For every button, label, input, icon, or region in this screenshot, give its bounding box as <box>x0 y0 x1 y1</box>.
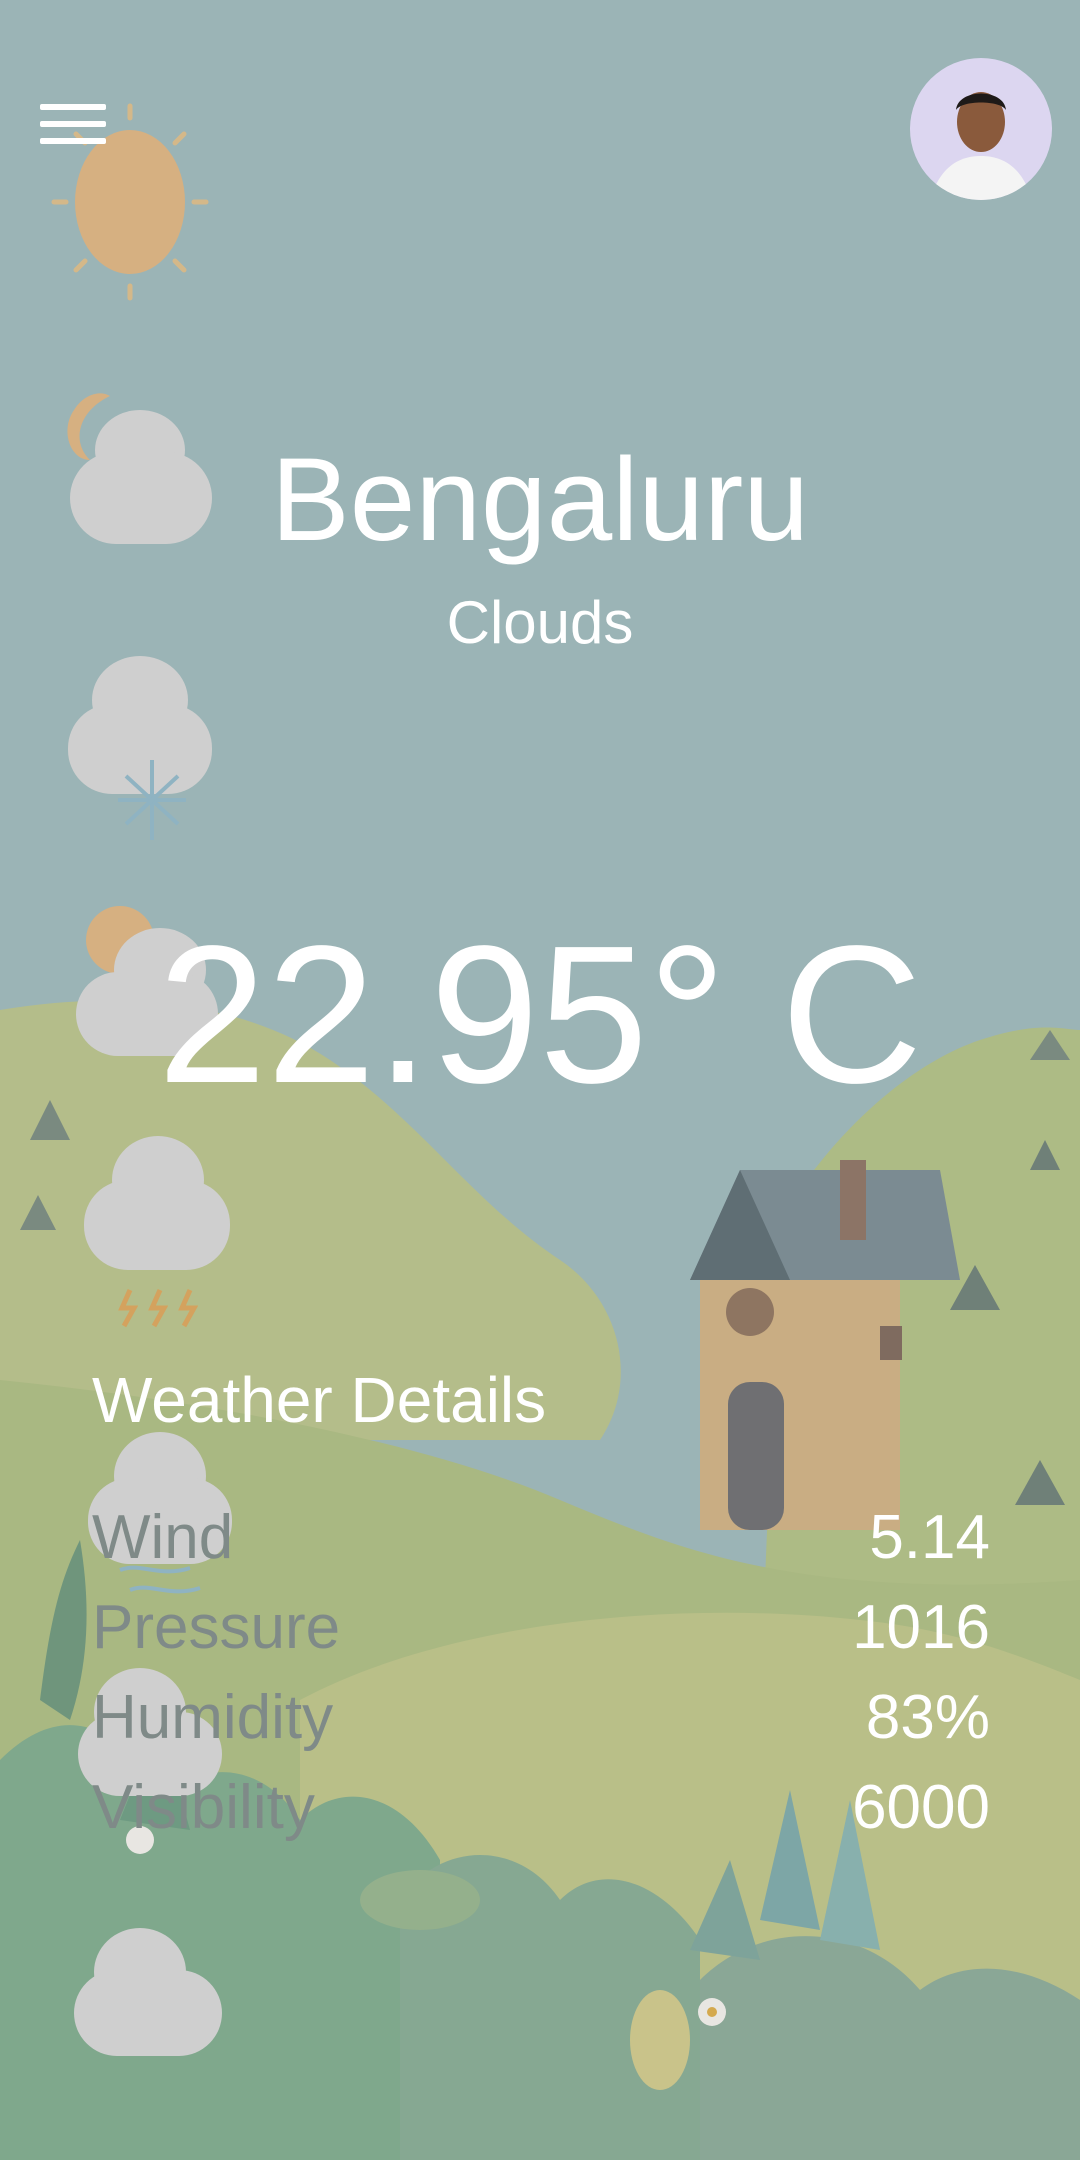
detail-value: 5.14 <box>869 1503 990 1572</box>
temperature-reading: 22.95° C <box>157 905 923 1124</box>
detail-row-pressure: Pressure 1016 <box>92 1590 990 1666</box>
detail-value: 6000 <box>852 1773 990 1842</box>
detail-label: Humidity <box>92 1683 334 1752</box>
detail-label: Pressure <box>92 1593 341 1662</box>
snow-cloud-icon <box>68 656 212 840</box>
cloud-icon <box>74 1928 222 2056</box>
menu-line <box>40 138 106 144</box>
thunder-cloud-icon <box>84 1136 230 1328</box>
detail-label: Visibility <box>92 1773 315 1842</box>
city-name: Bengaluru <box>271 434 809 566</box>
detail-value: 83% <box>865 1683 990 1752</box>
menu-line <box>40 104 106 110</box>
detail-row-visibility: Visibility 6000 <box>92 1770 990 1846</box>
weather-screen: Bengaluru Clouds 22.95° C Weather Detail… <box>0 0 1080 2160</box>
detail-label: Wind <box>92 1503 234 1572</box>
avatar-image <box>910 58 1052 200</box>
detail-value: 1016 <box>852 1593 990 1662</box>
menu-line <box>40 121 106 127</box>
detail-row-humidity: Humidity 83% <box>92 1680 990 1756</box>
detail-row-wind: Wind 5.14 <box>92 1500 990 1576</box>
hamburger-menu-icon[interactable] <box>40 104 106 156</box>
weather-details-heading: Weather Details <box>92 1364 547 1436</box>
user-avatar[interactable] <box>910 58 1052 200</box>
weather-condition: Clouds <box>446 589 634 656</box>
